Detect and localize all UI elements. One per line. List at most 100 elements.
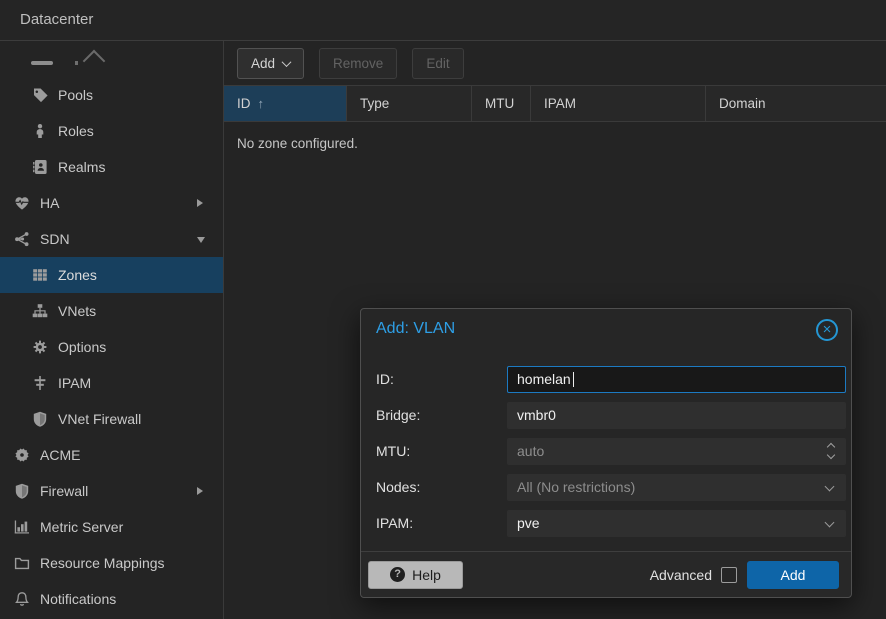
remove-button[interactable]: Remove: [319, 48, 397, 79]
network-icon: [13, 231, 30, 248]
dialog-footer: ? Help Advanced Add: [361, 551, 851, 597]
mtu-spinner[interactable]: auto: [507, 438, 846, 465]
id-field-label: ID:: [376, 371, 507, 387]
text-cursor: [573, 372, 575, 387]
edit-button[interactable]: Edit: [412, 48, 463, 79]
sidebar-item-options[interactable]: Options: [0, 329, 223, 365]
nodes-select-value: All (No restrictions): [517, 479, 635, 495]
caret-right-icon[interactable]: [197, 487, 203, 495]
sidebar-item-ipam[interactable]: IPAM: [0, 365, 223, 401]
sidebar-item-label: ACME: [40, 447, 80, 463]
chevron-down-icon: [282, 57, 292, 67]
sidebar-item-vnet-firewall[interactable]: VNet Firewall: [0, 401, 223, 437]
ipam-field-label: IPAM:: [376, 515, 507, 531]
sidebar-item-label: Notifications: [40, 591, 116, 607]
sidebar-item-sdn[interactable]: SDN: [0, 221, 223, 257]
spinner-arrows-icon[interactable]: [828, 444, 834, 458]
field-row-ipam: IPAM: pve: [376, 509, 846, 537]
sliders-icon: [31, 375, 48, 392]
sidebar-tree: Pools Roles Realms HA SDN Zones VNets: [0, 41, 224, 619]
sitemap-icon: [31, 303, 48, 320]
topbar: Datacenter: [0, 0, 886, 41]
sidebar-item-label: Metric Server: [40, 519, 123, 535]
bridge-input-value: vmbr0: [517, 407, 556, 423]
advanced-checkbox[interactable]: [721, 567, 737, 583]
field-row-bridge: Bridge: vmbr0: [376, 401, 846, 429]
close-icon[interactable]: ×: [816, 319, 838, 341]
dialog-body: ID: homelan Bridge: vmbr0 MTU: auto: [361, 353, 851, 537]
sidebar-item-label: VNets: [58, 303, 96, 319]
sidebar-item-zones[interactable]: Zones: [0, 257, 223, 293]
empty-table-message: No zone configured.: [224, 122, 886, 151]
person-icon: [31, 123, 48, 140]
edit-button-label: Edit: [426, 56, 449, 71]
shield-icon: [13, 483, 30, 500]
zones-toolbar: Add Remove Edit: [224, 41, 886, 86]
nodes-select[interactable]: All (No restrictions): [507, 474, 846, 501]
bridge-field-label: Bridge:: [376, 407, 507, 423]
tags-icon: [31, 87, 48, 104]
id-input[interactable]: homelan: [507, 366, 846, 393]
help-button-label: Help: [412, 567, 441, 583]
dialog-header[interactable]: Add: VLAN ×: [361, 309, 851, 353]
sidebar-item-label: Zones: [58, 267, 97, 283]
sidebar-item-metric-server[interactable]: Metric Server: [0, 509, 223, 545]
sidebar-item-vnets[interactable]: VNets: [0, 293, 223, 329]
caret-down-icon[interactable]: [197, 237, 205, 243]
sidebar-item-resource-mappings[interactable]: Resource Mappings: [0, 545, 223, 581]
sidebar-partial-item[interactable]: [0, 41, 223, 77]
mtu-placeholder: auto: [517, 443, 544, 459]
sidebar-item-ha[interactable]: HA: [0, 185, 223, 221]
sidebar-item-firewall[interactable]: Firewall: [0, 473, 223, 509]
sidebar-item-label: Roles: [58, 123, 94, 139]
page-title: Datacenter: [20, 0, 93, 40]
folder-icon: [13, 555, 30, 572]
certificate-icon: [13, 447, 30, 464]
remove-button-label: Remove: [333, 56, 383, 71]
column-header-type[interactable]: Type: [347, 86, 472, 121]
gear-icon: [31, 339, 48, 356]
add-button[interactable]: Add: [237, 48, 304, 79]
grid-icon: [31, 267, 48, 284]
dialog-title: Add: VLAN: [376, 320, 455, 338]
id-input-value: homelan: [517, 371, 571, 387]
sidebar-item-roles[interactable]: Roles: [0, 113, 223, 149]
caret-right-icon[interactable]: [197, 199, 203, 207]
column-header-id[interactable]: ID ↑: [224, 86, 347, 121]
partial-dot: [75, 61, 78, 65]
bell-icon: [13, 591, 30, 608]
zones-table-header: ID ↑ Type MTU IPAM Domain: [224, 86, 886, 122]
sidebar-item-label: Realms: [58, 159, 105, 175]
column-header-ipam[interactable]: IPAM: [531, 86, 706, 121]
ipam-select-value: pve: [517, 515, 540, 531]
column-header-domain[interactable]: Domain: [706, 86, 886, 121]
help-button[interactable]: ? Help: [368, 561, 463, 589]
mtu-field-label: MTU:: [376, 443, 507, 459]
proxmox-datacenter-screen: Datacenter Pools Roles Realms HA SDN: [0, 0, 886, 619]
dialog-add-button[interactable]: Add: [747, 561, 839, 589]
field-row-nodes: Nodes: All (No restrictions): [376, 473, 846, 501]
sidebar-item-label: IPAM: [58, 375, 91, 391]
column-header-mtu[interactable]: MTU: [472, 86, 531, 121]
sidebar-item-pools[interactable]: Pools: [0, 77, 223, 113]
sidebar-item-label: VNet Firewall: [58, 411, 141, 427]
heartbeat-icon: [13, 195, 30, 212]
partial-icon: [31, 61, 53, 65]
sidebar-item-label: Firewall: [40, 483, 88, 499]
bar-chart-icon: [13, 519, 30, 536]
sidebar-item-acme[interactable]: ACME: [0, 437, 223, 473]
advanced-label[interactable]: Advanced: [650, 567, 712, 583]
ipam-select[interactable]: pve: [507, 510, 846, 537]
bridge-input[interactable]: vmbr0: [507, 402, 846, 429]
sidebar-item-label: Resource Mappings: [40, 555, 165, 571]
add-vlan-dialog: Add: VLAN × ID: homelan Bridge: vmbr0 MT…: [360, 308, 852, 598]
sidebar-item-realms[interactable]: Realms: [0, 149, 223, 185]
sidebar-item-notifications[interactable]: Notifications: [0, 581, 223, 617]
sort-asc-icon: ↑: [258, 96, 265, 111]
field-row-id: ID: homelan: [376, 365, 846, 393]
chevron-down-icon[interactable]: [825, 517, 835, 527]
chevron-down-icon[interactable]: [825, 481, 835, 491]
sidebar-item-label: Pools: [58, 87, 93, 103]
chevron-up-icon: [83, 50, 106, 73]
sidebar-item-label: SDN: [40, 231, 70, 247]
